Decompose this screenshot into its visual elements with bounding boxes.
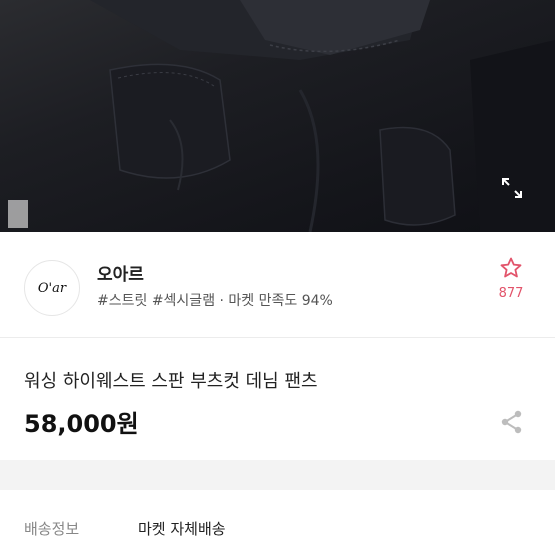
seller-tags: #스트릿 #섹시글램 · 마켓 만족도 94% [97,293,333,309]
seller-name[interactable]: 오아르 [97,260,144,285]
seller-logo-text: O'ar [37,280,67,296]
product-price: 58,000원 [24,410,139,438]
favorite-count: 877 [498,286,524,301]
seller-avatar[interactable]: O'ar [24,260,80,316]
favorite-button[interactable]: 877 [493,256,529,301]
section-gap [0,460,555,490]
shipping-value: 마켓 자체배송 [138,520,226,538]
expand-image-button[interactable] [500,176,532,208]
expand-icon [502,178,522,198]
product-title: 워싱 하이웨스트 스판 부츠컷 데님 팬츠 [24,371,318,392]
seller-section[interactable]: O'ar 오아르 #스트릿 #섹시글램 · 마켓 만족도 94% 877 [0,232,555,337]
share-button[interactable] [498,408,526,436]
section-divider [0,337,555,338]
denim-photo-illustration [8,0,555,232]
star-icon [500,257,522,278]
product-image[interactable] [0,0,555,232]
share-icon [501,410,522,434]
shipping-label: 배송정보 [24,520,80,538]
